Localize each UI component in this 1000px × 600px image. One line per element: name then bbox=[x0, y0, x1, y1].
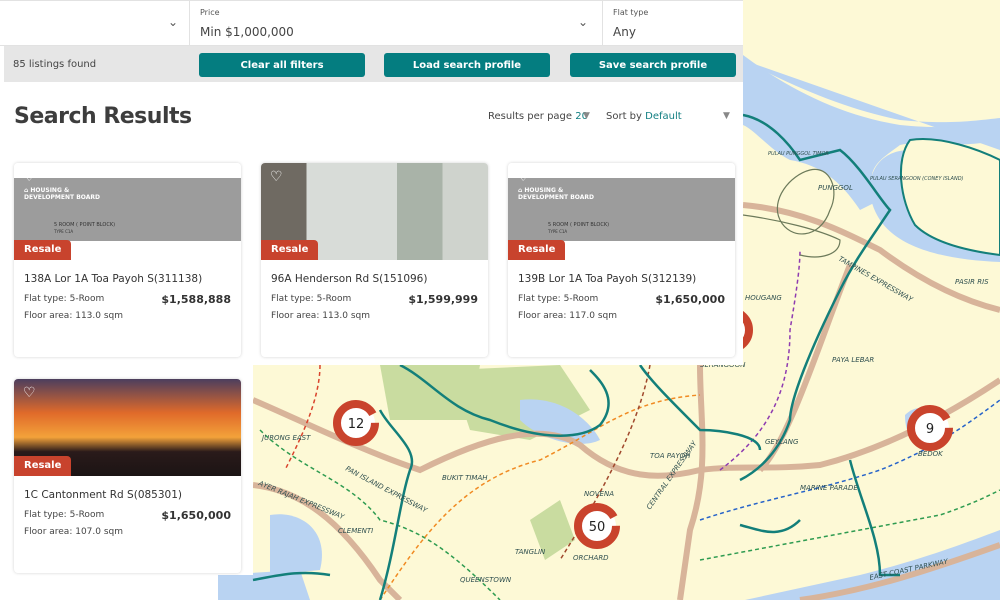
flat-type-label: Flat type: bbox=[518, 294, 561, 304]
results-per-page-select[interactable]: Results per page 20 bbox=[488, 111, 588, 122]
listings-count: 85 listings found bbox=[13, 59, 97, 70]
heart-icon[interactable]: ♡ bbox=[270, 169, 283, 185]
floor-area-value: 107.0 sqm bbox=[75, 527, 124, 537]
listing-price: $1,650,000 bbox=[161, 509, 231, 522]
heart-icon[interactable]: ♡ bbox=[23, 169, 36, 185]
location-filter[interactable]: ⌄ bbox=[0, 1, 190, 45]
floorplan-caption: 5 ROOM ( POINT BLOCK) bbox=[54, 222, 116, 228]
floor-area-value: 117.0 sqm bbox=[569, 311, 618, 321]
listing-address[interactable]: 96A Henderson Rd S(151096) bbox=[271, 273, 427, 285]
flat-type-value: 5-Room bbox=[69, 294, 105, 304]
results-per-page-label: Results per page bbox=[488, 111, 573, 122]
filter-bar: ⌄ Price Min $1,000,000 ⌄ Flat type Any bbox=[0, 0, 743, 46]
price-value: Min $1,000,000 bbox=[200, 25, 294, 39]
map-label: PUNGGOL bbox=[818, 184, 853, 192]
cluster-marker-12[interactable]: 12 bbox=[333, 400, 379, 446]
flat-type-label: Flat type: bbox=[24, 294, 67, 304]
flat-type-value: 5-Room bbox=[316, 294, 352, 304]
price-label: Price bbox=[200, 8, 220, 17]
listing-price: $1,588,888 bbox=[161, 293, 231, 306]
results-panel-bottom bbox=[0, 575, 218, 600]
load-search-profile-button[interactable]: Load search profile bbox=[384, 53, 550, 77]
clear-filters-button[interactable]: Clear all filters bbox=[199, 53, 365, 77]
sort-select[interactable]: Sort by Default bbox=[606, 111, 682, 122]
map-label: PAYA LEBAR bbox=[832, 356, 874, 364]
map-label: PULAU PUNGGOL TIMOR bbox=[768, 151, 829, 157]
floor-area-label: Floor area: bbox=[24, 311, 73, 321]
page-title: Search Results bbox=[14, 104, 192, 129]
listing-card[interactable]: ♡ Resale 96A Henderson Rd S(151096) Flat… bbox=[261, 163, 488, 357]
map-label: HOUGANG bbox=[745, 294, 782, 302]
map-label: BUKIT TIMAH bbox=[442, 474, 488, 482]
floor-area: Floor area: 117.0 sqm bbox=[518, 311, 617, 321]
sort-label: Sort by bbox=[606, 111, 642, 122]
hdb-logo: ⌂ HOUSING & DEVELOPMENT BOARD bbox=[24, 187, 100, 201]
listing-price: $1,599,999 bbox=[408, 293, 478, 306]
resale-badge: Resale bbox=[508, 240, 566, 260]
listing-price: $1,650,000 bbox=[655, 293, 725, 306]
floor-area: Floor area: 113.0 sqm bbox=[24, 311, 123, 321]
map-label: JURONG EAST bbox=[260, 434, 311, 442]
resale-badge: Resale bbox=[14, 240, 72, 260]
floor-area-label: Floor area: bbox=[518, 311, 567, 321]
cluster-marker-50[interactable]: 50 bbox=[574, 503, 620, 549]
flat-type-value: Any bbox=[613, 25, 636, 39]
map-label: TANGLIN bbox=[515, 548, 546, 556]
map-label: MARINE PARADE bbox=[800, 484, 858, 492]
listing-card[interactable]: ♡ Resale 1C Cantonment Rd S(085301) Flat… bbox=[14, 379, 241, 573]
sort-value: Default bbox=[645, 111, 682, 122]
flat-type-value: 5-Room bbox=[69, 510, 105, 520]
floor-area-label: Floor area: bbox=[271, 311, 320, 321]
cluster-count: 12 bbox=[348, 417, 365, 432]
chevron-down-icon: ⌄ bbox=[578, 15, 589, 29]
floor-area: Floor area: 113.0 sqm bbox=[271, 311, 370, 321]
caret-down-icon[interactable]: ▼ bbox=[723, 111, 730, 121]
listing-address[interactable]: 139B Lor 1A Toa Payoh S(312139) bbox=[518, 273, 696, 285]
map-label: QUEENSTOWN bbox=[460, 576, 512, 584]
cluster-count: 9 bbox=[926, 422, 934, 437]
cluster-marker-9[interactable]: 9 bbox=[907, 405, 953, 451]
resale-badge: Resale bbox=[14, 456, 72, 476]
resale-badge: Resale bbox=[261, 240, 319, 260]
listing-address[interactable]: 138A Lor 1A Toa Payoh S(311138) bbox=[24, 273, 202, 285]
floor-area-value: 113.0 sqm bbox=[75, 311, 124, 321]
flat-type-label: Flat type bbox=[613, 8, 649, 17]
chevron-down-icon: ⌄ bbox=[168, 15, 179, 29]
map-label: NOVENA bbox=[584, 490, 614, 498]
flat-type-label: Flat type: bbox=[24, 510, 67, 520]
flat-type-filter[interactable]: Flat type Any bbox=[603, 1, 743, 45]
heart-icon[interactable]: ♡ bbox=[517, 169, 530, 185]
flat-type: Flat type: 5-Room bbox=[271, 294, 351, 304]
flat-type: Flat type: 5-Room bbox=[24, 294, 104, 304]
floor-area-value: 113.0 sqm bbox=[322, 311, 371, 321]
floorplan-type: TYPE C1A bbox=[54, 229, 74, 234]
map-label: CLEMENTI bbox=[338, 527, 373, 535]
map-label: PULAU SERANGOON (CONEY ISLAND) bbox=[870, 176, 964, 182]
action-bar: 85 listings found Clear all filters Load… bbox=[4, 46, 743, 82]
hdb-logo: ⌂ HOUSING & DEVELOPMENT BOARD bbox=[518, 187, 594, 201]
map-label: PASIR RIS bbox=[955, 278, 989, 286]
cluster-count: 50 bbox=[589, 520, 606, 535]
listing-address[interactable]: 1C Cantonment Rd S(085301) bbox=[24, 489, 182, 501]
save-search-profile-button[interactable]: Save search profile bbox=[570, 53, 736, 77]
map-label: GEYLANG bbox=[765, 438, 799, 446]
floorplan-type: TYPE C1A bbox=[548, 229, 568, 234]
price-filter[interactable]: Price Min $1,000,000 ⌄ bbox=[190, 1, 603, 45]
map-label: ORCHARD bbox=[573, 554, 609, 562]
listing-card[interactable]: ⌂ HOUSING & DEVELOPMENT BOARD 5 ROOM ( PO… bbox=[508, 163, 735, 357]
flat-type: Flat type: 5-Room bbox=[24, 510, 104, 520]
caret-down-icon[interactable]: ▼ bbox=[583, 111, 590, 121]
floor-area: Floor area: 107.0 sqm bbox=[24, 527, 123, 537]
flat-type: Flat type: 5-Room bbox=[518, 294, 598, 304]
map-label: BEDOK bbox=[918, 450, 944, 458]
heart-icon[interactable]: ♡ bbox=[23, 385, 36, 401]
flat-type-value: 5-Room bbox=[563, 294, 599, 304]
floorplan-caption: 5 ROOM ( POINT BLOCK) bbox=[548, 222, 610, 228]
listing-card[interactable]: ⌂ HOUSING & DEVELOPMENT BOARD 5 ROOM ( PO… bbox=[14, 163, 241, 357]
flat-type-label: Flat type: bbox=[271, 294, 314, 304]
floor-area-label: Floor area: bbox=[24, 527, 73, 537]
